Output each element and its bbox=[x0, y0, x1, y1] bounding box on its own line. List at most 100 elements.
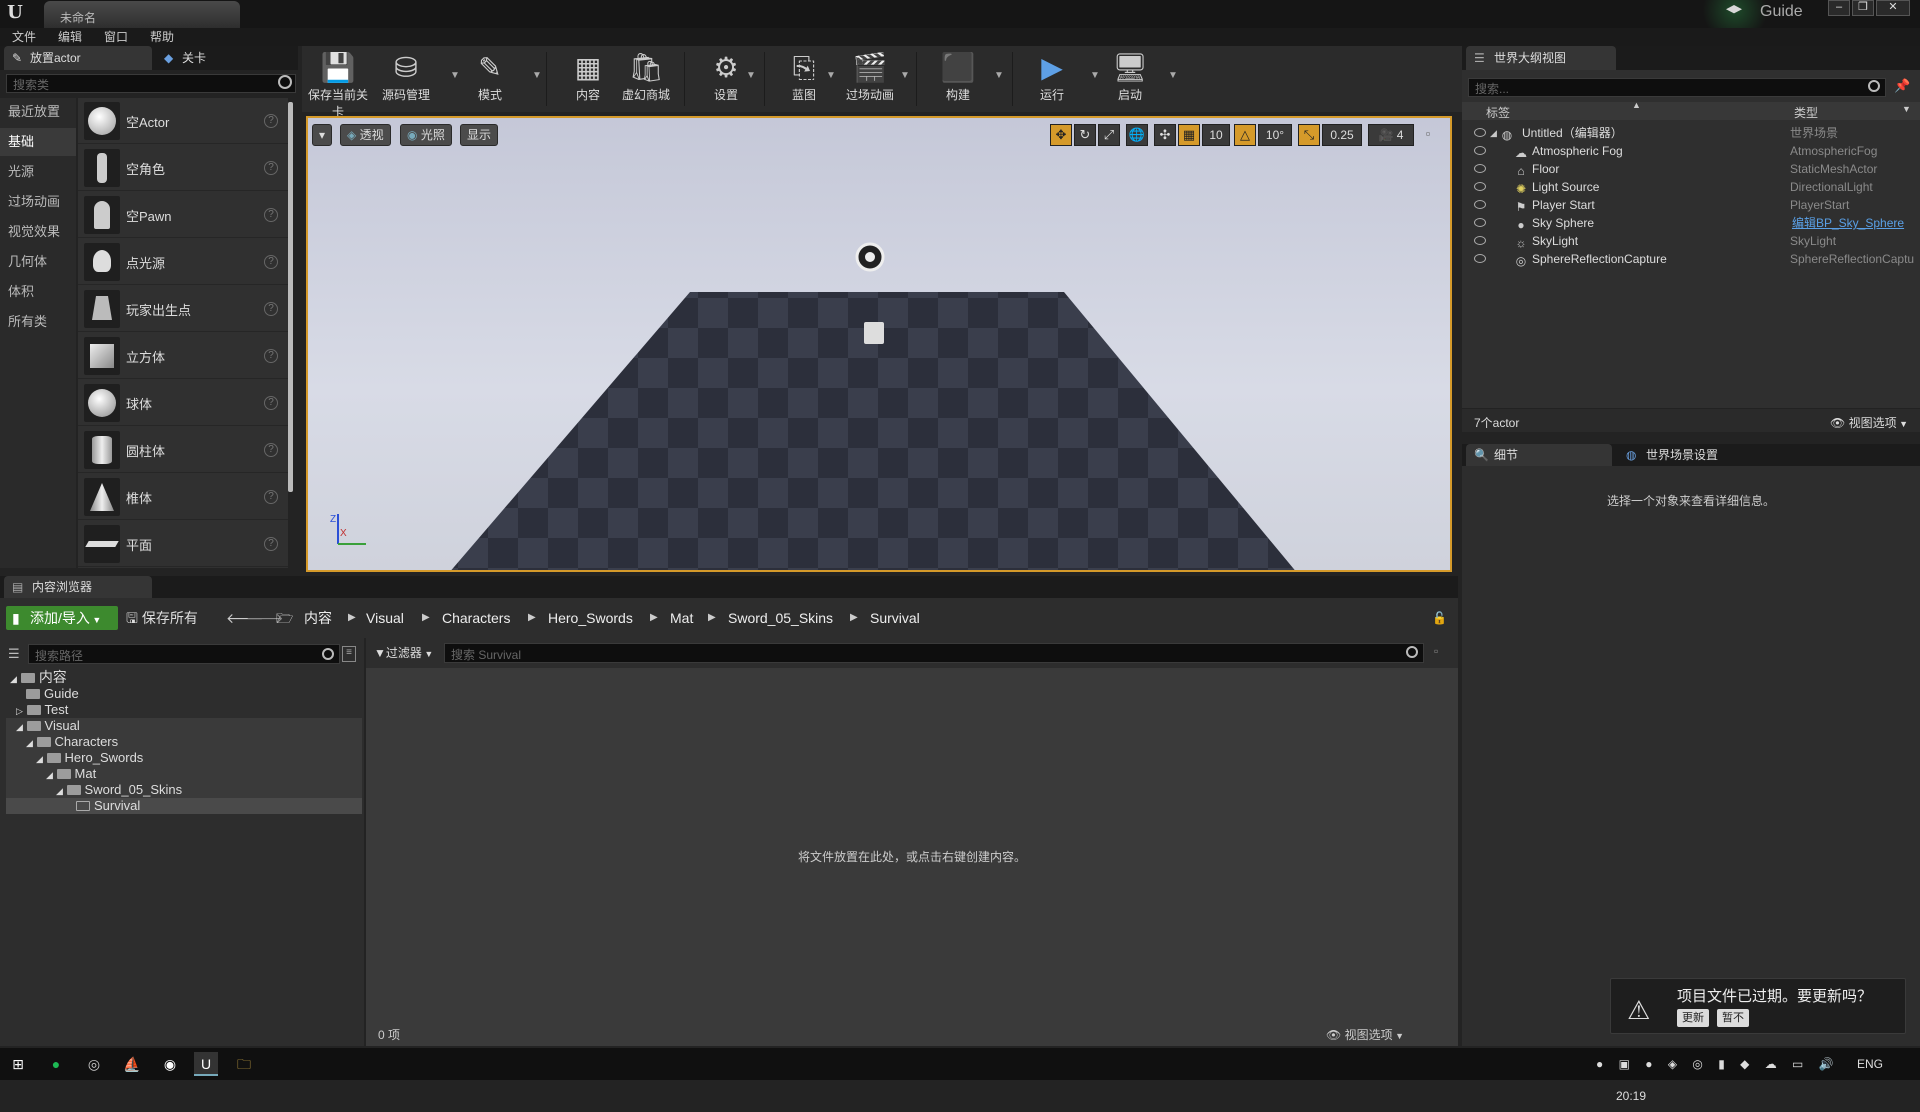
help-icon[interactable]: ? bbox=[264, 302, 278, 316]
breadcrumb-separator[interactable]: ▶ bbox=[708, 606, 716, 630]
breadcrumb-separator[interactable]: ▶ bbox=[528, 606, 536, 630]
category-geometry[interactable]: 几何体 bbox=[0, 248, 76, 276]
tree-node-sword-skins[interactable]: ◢ Sword_05_Skins bbox=[6, 782, 362, 798]
edit-blueprint-link[interactable]: 编辑BP_Sky_Sphere bbox=[1792, 214, 1904, 232]
windows-start-icon[interactable]: ⊞ bbox=[6, 1052, 30, 1076]
visibility-eye-icon[interactable] bbox=[1474, 128, 1486, 137]
list-item[interactable]: 玩家出生点 ? bbox=[78, 286, 288, 332]
restore-button[interactable]: ❐ bbox=[1852, 0, 1874, 16]
scale-snap-value[interactable]: 0.25 bbox=[1322, 124, 1362, 146]
outliner-search-input[interactable]: 搜索... bbox=[1468, 78, 1886, 97]
list-item[interactable]: 球体 ? bbox=[78, 380, 288, 426]
visibility-eye-icon[interactable] bbox=[1474, 254, 1486, 263]
chevron-down-icon[interactable]: ▼ bbox=[994, 70, 1004, 81]
outliner-row[interactable]: ◎ SphereReflectionCapture SphereReflecti… bbox=[1462, 250, 1920, 268]
save-level-button[interactable]: 💾 保存当前关卡 bbox=[306, 50, 370, 119]
tree-node-mat[interactable]: ◢ Mat bbox=[6, 766, 362, 782]
visibility-eye-icon[interactable] bbox=[1474, 200, 1486, 209]
breadcrumb-sword-skins[interactable]: Sword_05_Skins bbox=[728, 606, 833, 630]
outliner-row[interactable]: ◢ ◍ Untitled（编辑器） 世界场景 bbox=[1462, 124, 1920, 142]
menu-file[interactable]: 文件 bbox=[12, 28, 36, 46]
grid-snap-value[interactable]: 10 bbox=[1202, 124, 1230, 146]
column-type[interactable]: 类型 bbox=[1794, 104, 1818, 121]
help-icon[interactable]: ? bbox=[264, 396, 278, 410]
tree-node-guide[interactable]: Guide bbox=[6, 686, 362, 702]
help-icon[interactable]: ? bbox=[264, 208, 278, 222]
minimize-button[interactable]: – bbox=[1828, 0, 1850, 16]
viewport-options-button[interactable]: ▾ bbox=[312, 124, 332, 146]
cinematics-button[interactable]: 🎬 过场动画 bbox=[838, 50, 902, 108]
category-all-classes[interactable]: 所有类 bbox=[0, 308, 76, 336]
marketplace-button[interactable]: 🛍 虚幻商城 bbox=[614, 50, 678, 108]
chevron-down-icon[interactable]: ▼ bbox=[746, 70, 756, 81]
tree-node-survival[interactable]: Survival bbox=[6, 798, 362, 814]
chevron-down-icon[interactable]: ▼ bbox=[1168, 70, 1178, 81]
list-item[interactable]: 空角色 ? bbox=[78, 145, 288, 191]
outliner-row[interactable]: ⚑ Player Start PlayerStart bbox=[1462, 196, 1920, 214]
modes-button[interactable]: ✎ 模式 bbox=[458, 50, 522, 108]
breadcrumb-separator[interactable]: ▶ bbox=[850, 606, 858, 630]
list-item[interactable]: 点光源 ? bbox=[78, 239, 288, 285]
source-control-button[interactable]: ⛁ 源码管理 bbox=[374, 50, 438, 108]
menu-help[interactable]: 帮助 bbox=[150, 28, 174, 46]
save-search-icon[interactable]: ▫ bbox=[1434, 644, 1438, 658]
save-all-button[interactable]: 🖫 保存所有 bbox=[126, 606, 198, 630]
scale-icon[interactable]: ⤢ bbox=[1098, 124, 1120, 146]
breadcrumb-separator[interactable]: ▶ bbox=[650, 606, 658, 630]
rotation-snap-icon[interactable]: △ bbox=[1234, 124, 1256, 146]
tree-node-visual[interactable]: ◢ Visual bbox=[6, 718, 362, 734]
visibility-eye-icon[interactable] bbox=[1474, 182, 1486, 191]
show-button[interactable]: 显示 bbox=[460, 124, 499, 146]
maximize-viewport-icon[interactable]: ▫ bbox=[1420, 124, 1436, 146]
sources-toggle-icon[interactable]: ☰ bbox=[8, 646, 20, 662]
tree-node-test[interactable]: ▷ Test bbox=[6, 702, 362, 718]
actor-list-scrollbar[interactable] bbox=[288, 102, 293, 492]
list-item[interactable]: 空Pawn ? bbox=[78, 192, 288, 238]
file-explorer-icon[interactable]: 🗀 bbox=[232, 1052, 256, 1076]
breadcrumb-visual[interactable]: Visual bbox=[366, 606, 404, 630]
app-icon[interactable]: ⛵ bbox=[120, 1052, 144, 1076]
chevron-down-icon[interactable]: ▼ bbox=[1902, 104, 1911, 114]
category-recent[interactable]: 最近放置 bbox=[0, 98, 76, 126]
tab-world-settings[interactable]: ◍ 世界场景设置 bbox=[1618, 444, 1764, 466]
breadcrumb-hero-swords[interactable]: Hero_Swords bbox=[548, 606, 633, 630]
tree-node-hero-swords[interactable]: ◢ Hero_Swords bbox=[6, 750, 362, 766]
list-item[interactable]: 平面 ? bbox=[78, 521, 288, 567]
lock-icon[interactable]: 🔓 bbox=[1432, 606, 1447, 630]
breadcrumb-characters[interactable]: Characters bbox=[442, 606, 510, 630]
view-options-button[interactable]: 👁 视图选项 ▼ bbox=[1326, 1026, 1404, 1043]
view-list-icon[interactable]: ≡ bbox=[342, 646, 356, 662]
breadcrumb-separator[interactable]: ▶ bbox=[348, 606, 356, 630]
list-item[interactable]: 空Actor ? bbox=[78, 98, 288, 144]
grid-snap-icon[interactable]: ▦ bbox=[1178, 124, 1200, 146]
surface-snap-icon[interactable]: ✣ bbox=[1154, 124, 1176, 146]
breadcrumb-content[interactable]: 内容 bbox=[304, 606, 332, 630]
lit-button[interactable]: ◉ 光照 bbox=[400, 124, 452, 146]
category-volumes[interactable]: 体积 bbox=[0, 278, 76, 306]
tree-node-characters[interactable]: ◢ Characters bbox=[6, 734, 362, 750]
list-item[interactable]: 立方体 ? bbox=[78, 333, 288, 379]
asset-search-input[interactable]: 搜索 Survival bbox=[444, 643, 1424, 663]
category-visual-effects[interactable]: 视觉效果 bbox=[0, 218, 76, 246]
breadcrumb-survival[interactable]: Survival bbox=[870, 606, 920, 630]
help-icon[interactable]: ? bbox=[264, 255, 278, 269]
help-icon[interactable]: ? bbox=[264, 490, 278, 504]
launch-button[interactable]: 🖥 启动 bbox=[1098, 50, 1162, 108]
class-search-input[interactable]: 搜索类 bbox=[6, 74, 296, 93]
unreal-engine-taskbar-icon[interactable]: U bbox=[194, 1052, 218, 1076]
list-item[interactable]: 圆柱体 ? bbox=[78, 427, 288, 473]
spotify-icon[interactable]: ● bbox=[44, 1052, 68, 1076]
menu-window[interactable]: 窗口 bbox=[104, 28, 128, 46]
column-label[interactable]: 标签 bbox=[1486, 104, 1510, 121]
chevron-down-icon[interactable]: ▼ bbox=[532, 70, 542, 81]
visibility-eye-icon[interactable] bbox=[1474, 146, 1486, 155]
filter-button[interactable]: ▼过滤器 ▼ bbox=[374, 644, 433, 661]
help-icon[interactable]: ? bbox=[264, 114, 278, 128]
play-button[interactable]: ▶ 运行 bbox=[1020, 50, 1084, 108]
build-button[interactable]: ⬛ 构建 bbox=[926, 50, 990, 108]
outliner-row[interactable]: ✺ Light Source DirectionalLight bbox=[1462, 178, 1920, 196]
category-cinematic[interactable]: 过场动画 bbox=[0, 188, 76, 216]
menu-edit[interactable]: 编辑 bbox=[58, 28, 82, 46]
update-button[interactable]: 更新 bbox=[1677, 1009, 1709, 1027]
tab-world-outliner[interactable]: ☰ 世界大纲视图 bbox=[1466, 46, 1616, 70]
